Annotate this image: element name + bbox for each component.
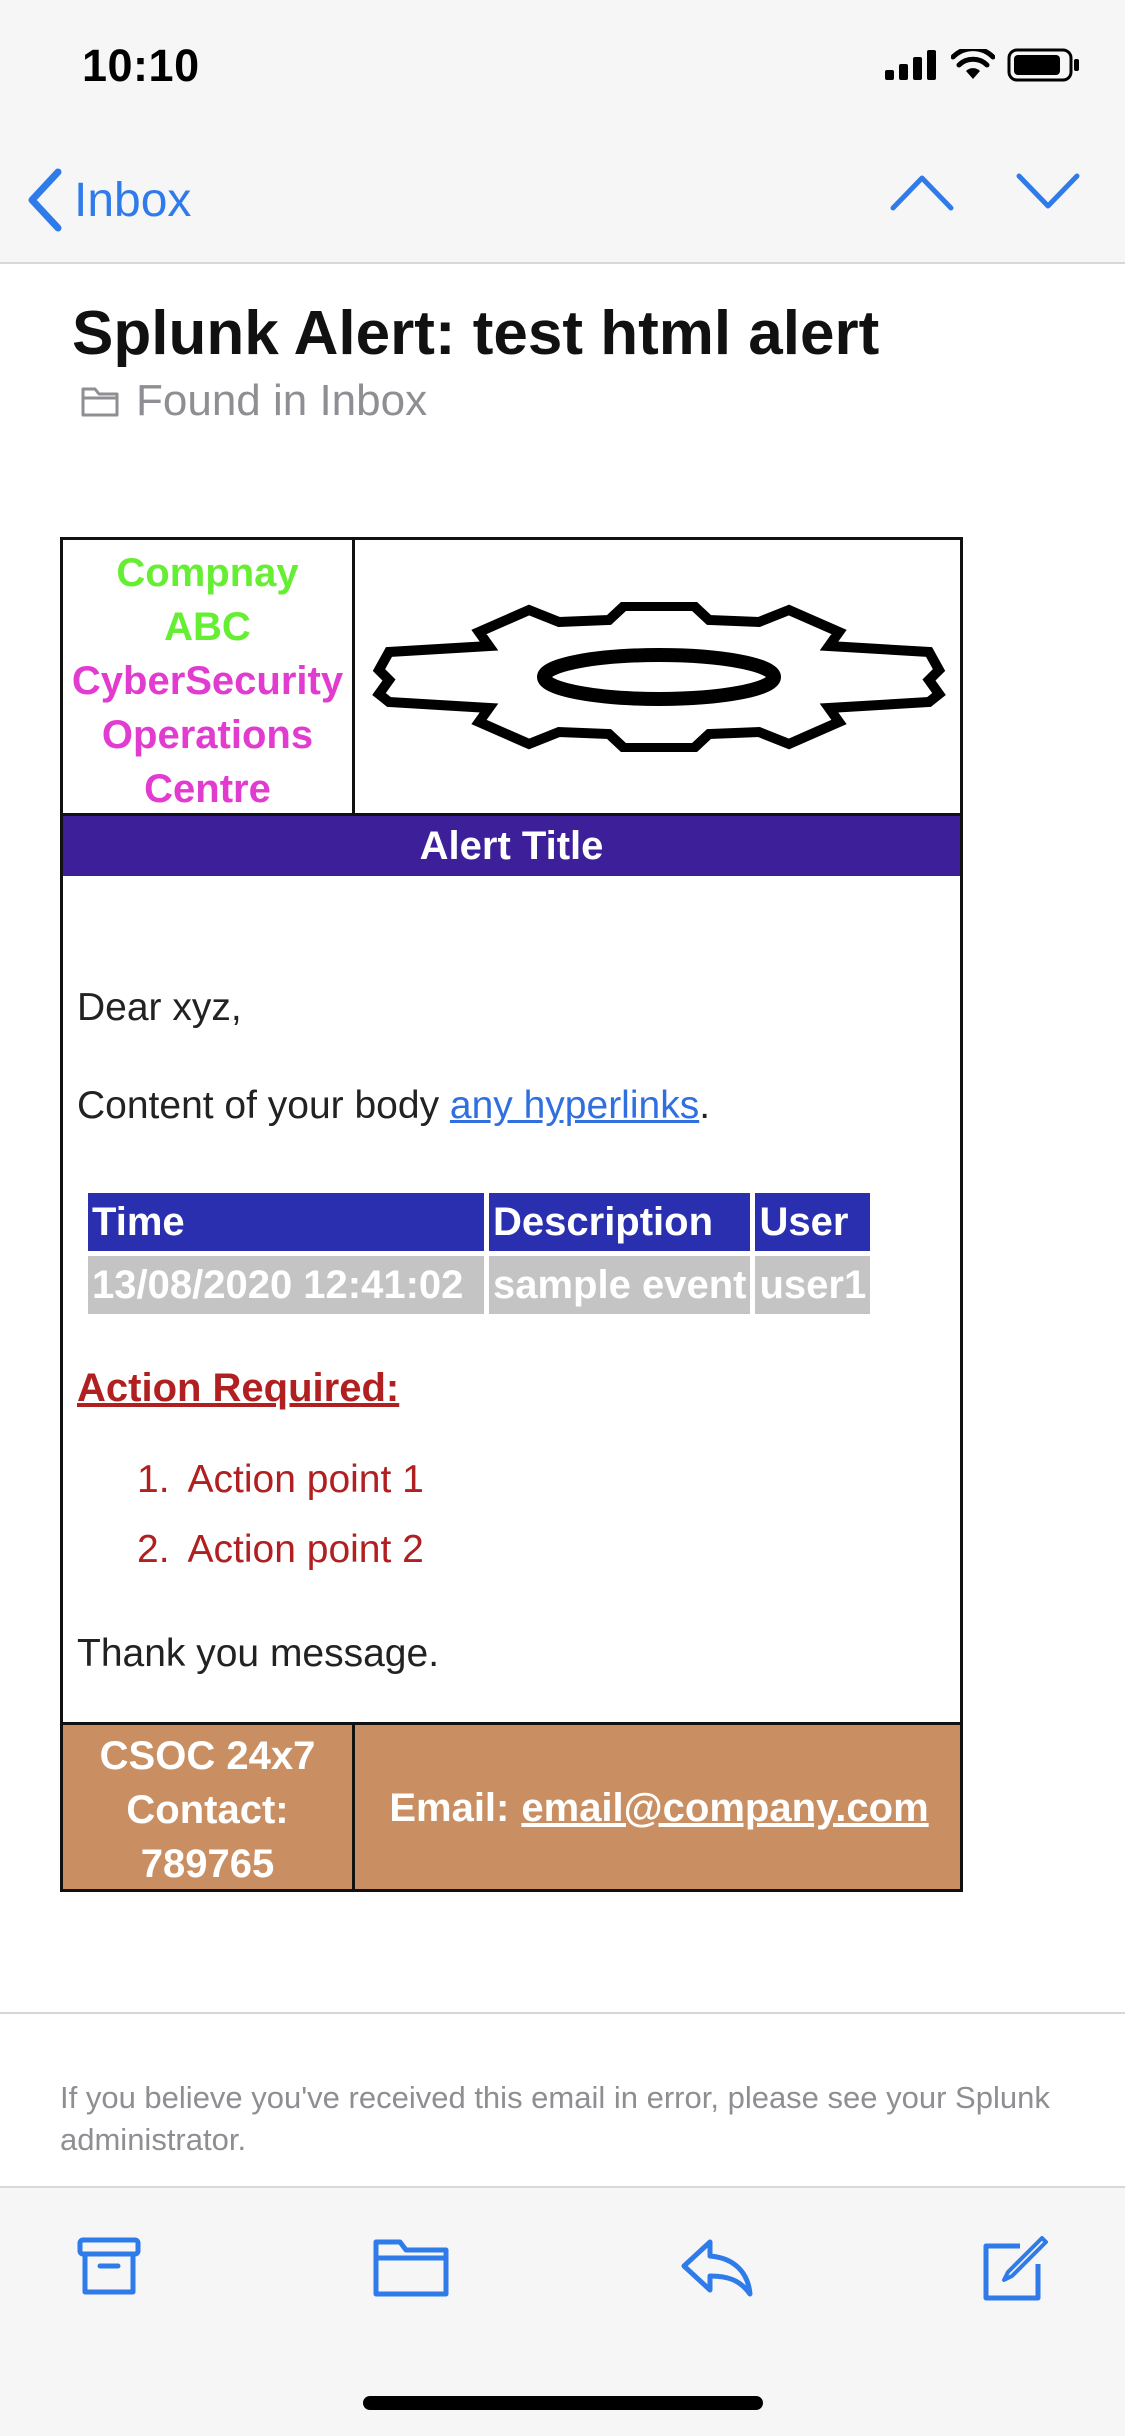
divider	[0, 2012, 1125, 2014]
home-indicator[interactable]	[363, 2396, 763, 2410]
list-item: 1. Action point 1	[137, 1458, 424, 1528]
list-text: Action point 2	[187, 1528, 424, 1571]
location-label: Found in Inbox	[136, 376, 428, 425]
org-name: Compnay ABC CyberSecurity Operations Cen…	[63, 540, 355, 813]
alert-title-banner: Alert Title	[63, 816, 960, 876]
status-bar: 10:10	[0, 0, 1125, 130]
folder-icon[interactable]	[372, 2236, 450, 2298]
reply-icon[interactable]	[680, 2236, 754, 2298]
status-time: 10:10	[82, 40, 200, 91]
event-table: Time Description User 13/08/2020 12:41:0…	[83, 1188, 875, 1319]
thanks-message: Thank you message.	[77, 1632, 440, 1675]
list-text: Action point 1	[187, 1458, 424, 1501]
org-line: Compnay	[116, 551, 299, 595]
cell-time: 13/08/2020 12:41:02	[88, 1256, 484, 1314]
org-line: Centre	[144, 767, 271, 811]
nav-bar: Inbox	[0, 130, 1125, 264]
alert-email-body: Compnay ABC CyberSecurity Operations Cen…	[60, 537, 963, 1892]
list-number: 2.	[137, 1528, 170, 1571]
chevron-up-icon[interactable]	[889, 170, 955, 214]
org-line: CyberSecurity	[71, 659, 344, 703]
column-header-description: Description	[489, 1193, 751, 1251]
contact-line: 789765	[140, 1842, 275, 1886]
email-label: Email:	[389, 1786, 510, 1830]
mail-screen: 10:10 Inbox Splunk Alert: test html aler…	[0, 0, 1125, 2436]
disclaimer: If you believe you've received this emai…	[60, 2080, 1050, 2157]
cell-user: user1	[755, 1256, 871, 1314]
content-suffix: .	[699, 1084, 711, 1127]
content-line: Content of your body any hyperlinks.	[77, 1084, 710, 1128]
chevron-down-icon[interactable]	[1015, 170, 1081, 214]
message-nav-arrows	[889, 170, 1081, 214]
back-to-inbox-button[interactable]: Inbox	[24, 168, 191, 232]
wifi-icon	[951, 49, 995, 79]
logo-row: Compnay ABC CyberSecurity Operations Cen…	[63, 540, 960, 816]
csoc-contact: CSOC 24x7 Contact: 789765	[63, 1725, 355, 1892]
column-header-user: User	[755, 1193, 871, 1251]
table-row: 13/08/2020 12:41:02 sample event user1	[88, 1256, 871, 1314]
contact-line: CSOC 24x7	[99, 1734, 316, 1778]
back-label: Inbox	[74, 173, 192, 227]
gear-logo-cell	[358, 540, 960, 813]
mailbox-location: Found in Inbox	[80, 376, 427, 426]
action-list: 1. Action point 1 2. Action point 2	[137, 1458, 424, 1598]
chevron-left-icon	[28, 168, 62, 232]
column-header-time: Time	[88, 1193, 484, 1251]
signal-icon	[885, 50, 936, 80]
email-link[interactable]: email@company.com	[521, 1786, 928, 1831]
list-item: 2. Action point 2	[137, 1528, 424, 1598]
content-text: Content of your body	[77, 1084, 450, 1127]
org-line: Operations	[101, 713, 314, 757]
battery-icon	[1007, 48, 1079, 82]
gear-icon	[372, 601, 946, 752]
contact-footer: CSOC 24x7 Contact: 789765 Email: email@c…	[63, 1722, 960, 1892]
org-line: ABC	[164, 605, 251, 649]
status-icons	[885, 48, 1081, 82]
list-number: 1.	[137, 1458, 170, 1501]
folder-icon	[81, 387, 119, 417]
cell-description: sample event	[489, 1256, 751, 1314]
action-required-heading: Action Required:	[77, 1366, 400, 1410]
compose-icon[interactable]	[980, 2236, 1050, 2302]
greeting: Dear xyz,	[77, 986, 242, 1029]
archive-icon[interactable]	[76, 2236, 142, 2298]
table-header-row: Time Description User	[88, 1193, 871, 1251]
footer-email: Email: email@company.com	[358, 1725, 960, 1892]
contact-line: Contact:	[126, 1788, 289, 1832]
email-subject: Splunk Alert: test html alert	[72, 299, 880, 368]
hyperlink[interactable]: any hyperlinks	[450, 1084, 699, 1127]
